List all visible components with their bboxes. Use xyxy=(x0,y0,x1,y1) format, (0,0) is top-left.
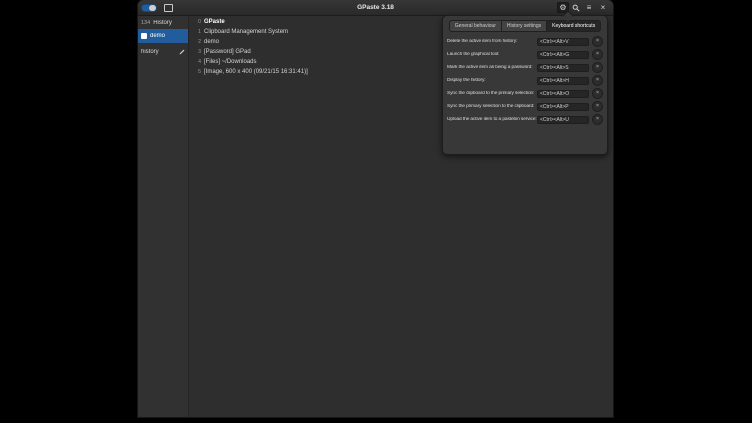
shortcut-row: Mark the active item as being a password… xyxy=(443,61,607,74)
reset-shortcut-button[interactable]: × xyxy=(592,75,603,86)
shortcut-input[interactable] xyxy=(537,77,589,85)
hamburger-menu-icon: ≡ xyxy=(587,4,592,12)
history-name: History xyxy=(153,20,185,26)
shortcut-input[interactable] xyxy=(537,90,589,98)
shortcut-input[interactable] xyxy=(537,51,589,59)
search-icon xyxy=(572,4,580,12)
clear-icon: × xyxy=(596,91,599,97)
clear-icon: × xyxy=(596,39,599,45)
history-name: history xyxy=(141,49,177,55)
switch-knob xyxy=(149,5,156,11)
item-index: 5 xyxy=(196,69,201,75)
edit-history-icon[interactable] xyxy=(179,49,185,55)
reset-shortcut-button[interactable]: × xyxy=(592,101,603,112)
selected-history-badge xyxy=(141,33,147,39)
sidebar-item-demo[interactable]: demo xyxy=(138,29,188,43)
gpaste-window: GPaste 3.18 ⚙ ≡ × 134 History demo his xyxy=(138,0,613,417)
shortcut-row: Display the history: × xyxy=(443,74,607,87)
close-icon: × xyxy=(601,4,606,12)
tracking-switch[interactable] xyxy=(141,4,157,12)
reset-shortcut-button[interactable]: × xyxy=(592,114,603,125)
item-index: 1 xyxy=(196,29,201,35)
item-text: [Image, 600 x 400 (09/21/15 16:31:41)] xyxy=(204,69,308,75)
window-title: GPaste 3.18 xyxy=(138,0,613,15)
reset-shortcut-button[interactable]: × xyxy=(592,36,603,47)
item-text: [Password] GPad xyxy=(204,49,251,55)
clear-icon: × xyxy=(596,78,599,84)
item-index: 0 xyxy=(196,19,201,25)
shortcut-input[interactable] xyxy=(537,64,589,72)
item-index: 4 xyxy=(196,59,201,65)
shortcut-label: Sync the primary selection to the clipbo… xyxy=(447,104,537,109)
tab-general-behaviour[interactable]: General behaviour xyxy=(449,20,502,32)
item-index: 2 xyxy=(196,39,201,45)
sidebar-item-history-lower[interactable]: history xyxy=(138,45,188,58)
tab-history-settings[interactable]: History settings xyxy=(502,20,547,32)
search-button[interactable] xyxy=(570,2,582,13)
shortcut-row: Sync the primary selection to the clipbo… xyxy=(443,100,607,113)
clear-icon: × xyxy=(596,52,599,58)
sidebar-item-history-main[interactable]: 134 History xyxy=(138,16,188,29)
shortcut-row: Upload the active item to a pastebin ser… xyxy=(443,113,607,126)
shortcut-row: Delete the active item from history: × xyxy=(443,35,607,48)
reset-shortcut-button[interactable]: × xyxy=(592,62,603,73)
settings-tabs: General behaviour History settings Keybo… xyxy=(449,20,601,32)
tab-keyboard-shortcuts[interactable]: Keyboard shortcuts xyxy=(547,20,601,32)
shortcut-label: Display the history: xyxy=(447,78,537,83)
item-text: demo xyxy=(204,39,219,45)
history-name: demo xyxy=(150,33,185,39)
histories-sidebar: 134 History demo history xyxy=(138,16,189,417)
shortcut-row: Sync the clipboard to the primary select… xyxy=(443,87,607,100)
settings-popover: General behaviour History settings Keybo… xyxy=(442,15,608,155)
clear-icon: × xyxy=(596,65,599,71)
shortcut-input[interactable] xyxy=(537,38,589,46)
reset-shortcut-button[interactable]: × xyxy=(592,49,603,60)
headerbar: GPaste 3.18 ⚙ ≡ × xyxy=(138,0,613,16)
shortcut-label: Upload the active item to a pastebin ser… xyxy=(447,117,537,122)
document-new-icon xyxy=(164,4,173,12)
shortcut-label: Sync the clipboard to the primary select… xyxy=(447,91,537,96)
clear-icon: × xyxy=(596,117,599,123)
shortcut-row: Launch the graphical tool: × xyxy=(443,48,607,61)
item-index: 3 xyxy=(196,49,201,55)
shortcut-input[interactable] xyxy=(537,116,589,124)
clear-icon: × xyxy=(596,104,599,110)
item-text: Clipboard Management System xyxy=(204,29,288,35)
shortcut-rows: Delete the active item from history: × L… xyxy=(443,35,607,126)
gear-icon: ⚙ xyxy=(559,4,566,12)
shortcut-label: Mark the active item as being a password… xyxy=(447,65,537,70)
menu-button[interactable]: ≡ xyxy=(583,2,595,13)
shortcut-input[interactable] xyxy=(537,103,589,111)
history-count-badge: 134 xyxy=(141,20,150,26)
shortcut-label: Delete the active item from history: xyxy=(447,39,537,44)
item-text: GPaste xyxy=(204,19,225,25)
reset-shortcut-button[interactable]: × xyxy=(592,88,603,99)
new-item-button[interactable] xyxy=(162,2,174,13)
item-text: [Files] ~/Downloads xyxy=(204,59,257,65)
shortcut-label: Launch the graphical tool: xyxy=(447,52,537,57)
close-button[interactable]: × xyxy=(597,2,609,13)
